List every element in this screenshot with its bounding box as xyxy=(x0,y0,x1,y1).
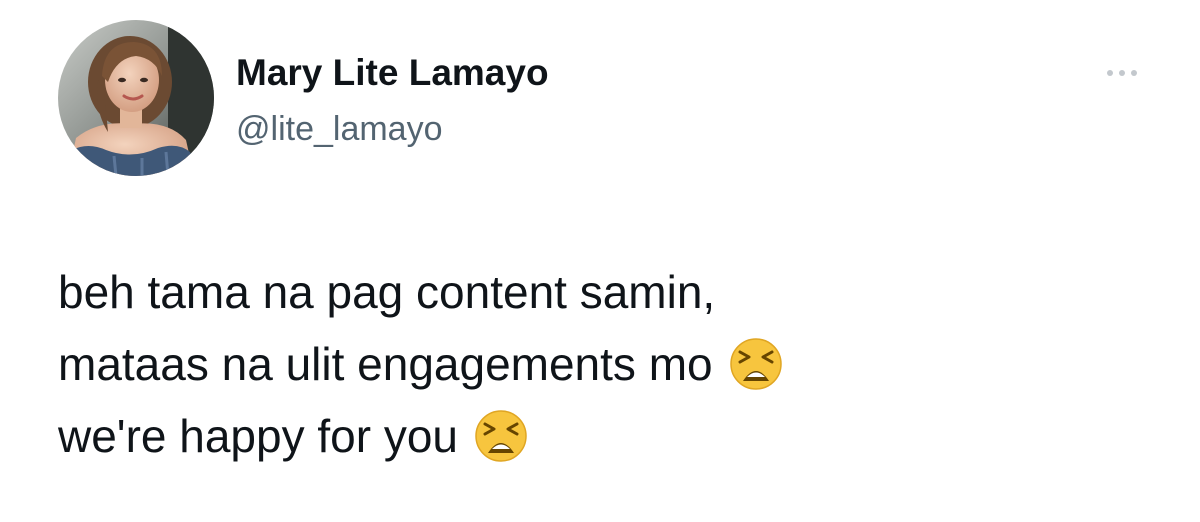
tweet-text-line: mataas na ulit engagements mo xyxy=(58,328,1158,400)
more-horizontal-icon-dot xyxy=(1119,70,1125,76)
avatar-photo xyxy=(58,20,214,176)
tweet-text: beh tama na pag content samin, mataas na… xyxy=(58,256,1158,472)
avatar[interactable] xyxy=(58,20,214,176)
tweet-text-segment: we're happy for you xyxy=(58,410,459,462)
tired-face-emoji-icon xyxy=(729,337,783,391)
tweet-text-line: beh tama na pag content samin, xyxy=(58,256,1158,328)
tweet-card: Mary Lite Lamayo @lite_lamayo beh tama n… xyxy=(0,0,1200,522)
tired-face-emoji-icon xyxy=(474,409,528,463)
display-name[interactable]: Mary Lite Lamayo xyxy=(236,51,549,95)
tweet-text-segment: beh tama na pag content samin, xyxy=(58,266,716,318)
tweet-text-segment: mataas na ulit engagements mo xyxy=(58,338,713,390)
more-options-button[interactable] xyxy=(1096,58,1148,88)
tweet-text-line: we're happy for you xyxy=(58,400,1158,472)
more-horizontal-icon-dot xyxy=(1131,70,1137,76)
more-horizontal-icon xyxy=(1107,70,1113,76)
user-handle[interactable]: @lite_lamayo xyxy=(236,109,443,149)
